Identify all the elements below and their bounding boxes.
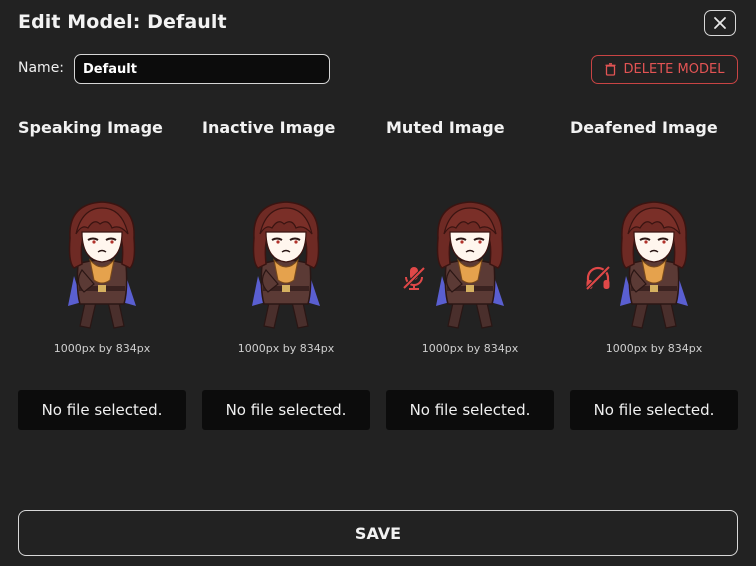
edit-model-dialog: Edit Model: Default Name: DELETE MODEL S… [0,0,756,566]
save-button[interactable]: SAVE [18,510,738,556]
character-sprite [620,201,688,329]
column-title: Speaking Image [18,118,163,137]
character-sprite [68,201,136,329]
speaking-image-column: Speaking Image 1000px by 834px No file s… [18,118,186,430]
microphone-off-icon [402,266,426,290]
inactive-file-picker[interactable]: No file selected. [202,390,370,430]
character-sprite [252,201,320,329]
delete-model-button[interactable]: DELETE MODEL [591,55,738,84]
muted-image-column: Muted Image 1000px by 834px No file sele… [386,118,554,430]
muted-image-preview [386,152,554,342]
image-dimensions: 1000px by 834px [605,342,703,355]
image-dimensions: 1000px by 834px [53,342,151,355]
name-input[interactable] [74,54,330,84]
headphones-off-icon [585,265,611,291]
close-button[interactable] [704,10,736,36]
speaking-image-preview [18,152,186,342]
image-dimensions: 1000px by 834px [237,342,335,355]
deafened-file-picker[interactable]: No file selected. [570,390,738,430]
trash-icon [605,63,616,76]
column-title: Muted Image [386,118,505,137]
close-icon [714,17,726,29]
deafened-image-preview [570,152,738,342]
dialog-title: Edit Model: Default [18,11,227,33]
name-label: Name: [18,60,65,76]
column-title: Deafened Image [570,118,718,137]
muted-file-picker[interactable]: No file selected. [386,390,554,430]
delete-model-label: DELETE MODEL [623,62,725,77]
inactive-image-preview [202,152,370,342]
deafened-image-column: Deafened Image 1000px by 834px No file s… [570,118,738,430]
speaking-file-picker[interactable]: No file selected. [18,390,186,430]
image-dimensions: 1000px by 834px [421,342,519,355]
column-title: Inactive Image [202,118,336,137]
inactive-image-column: Inactive Image 1000px by 834px No file s… [202,118,370,430]
character-sprite [436,201,504,329]
